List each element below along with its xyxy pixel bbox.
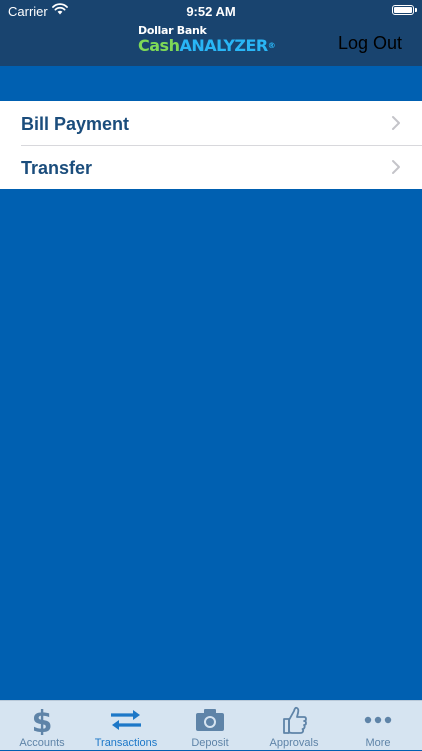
battery-icon bbox=[392, 5, 417, 15]
navigation-bar: Dollar Bank CashANALYZER® Log Out bbox=[0, 22, 422, 66]
cash-analyzer-logo: Dollar Bank CashANALYZER® bbox=[138, 24, 288, 54]
tab-label: Approvals bbox=[269, 737, 319, 749]
tab-label: Deposit bbox=[191, 737, 229, 749]
menu-item-label: Bill Payment bbox=[21, 114, 130, 134]
more-dots-icon bbox=[336, 705, 420, 735]
camera-icon bbox=[168, 705, 252, 735]
menu-item-bill-payment[interactable]: Bill Payment bbox=[0, 101, 422, 145]
tab-label: More bbox=[365, 737, 391, 749]
chevron-right-icon bbox=[391, 159, 401, 175]
status-bar: Carrier 9:52 AM bbox=[0, 0, 422, 22]
dollar-icon: $ bbox=[0, 705, 84, 735]
logo-registered-mark: ® bbox=[267, 41, 276, 50]
tab-deposit[interactable]: Deposit bbox=[168, 701, 252, 751]
tab-more[interactable]: More bbox=[336, 701, 420, 751]
tab-approvals[interactable]: Approvals bbox=[252, 701, 336, 751]
status-time: 9:52 AM bbox=[186, 4, 236, 19]
svg-text:$: $ bbox=[32, 705, 53, 735]
transactions-menu: Bill Payment Transfer bbox=[0, 101, 422, 189]
menu-item-transfer[interactable]: Transfer bbox=[0, 145, 422, 189]
transfer-arrows-icon bbox=[84, 705, 168, 735]
tab-bar: $ Accounts Transactions Deposit Approval… bbox=[0, 700, 422, 750]
tab-transactions[interactable]: Transactions bbox=[84, 701, 168, 751]
menu-item-label: Transfer bbox=[21, 158, 93, 178]
logo-cash-text: Cash bbox=[138, 36, 180, 55]
tab-label: Transactions bbox=[94, 737, 158, 749]
chevron-right-icon bbox=[391, 115, 401, 131]
log-out-button[interactable]: Log Out bbox=[338, 33, 402, 54]
tab-accounts[interactable]: $ Accounts bbox=[0, 701, 84, 751]
logo-analyzer-text: ANALYZER bbox=[179, 36, 268, 55]
thumbs-up-icon bbox=[252, 705, 336, 735]
tab-label: Accounts bbox=[19, 737, 65, 749]
logo-line-cash-analyzer: CashANALYZER® bbox=[138, 37, 288, 54]
